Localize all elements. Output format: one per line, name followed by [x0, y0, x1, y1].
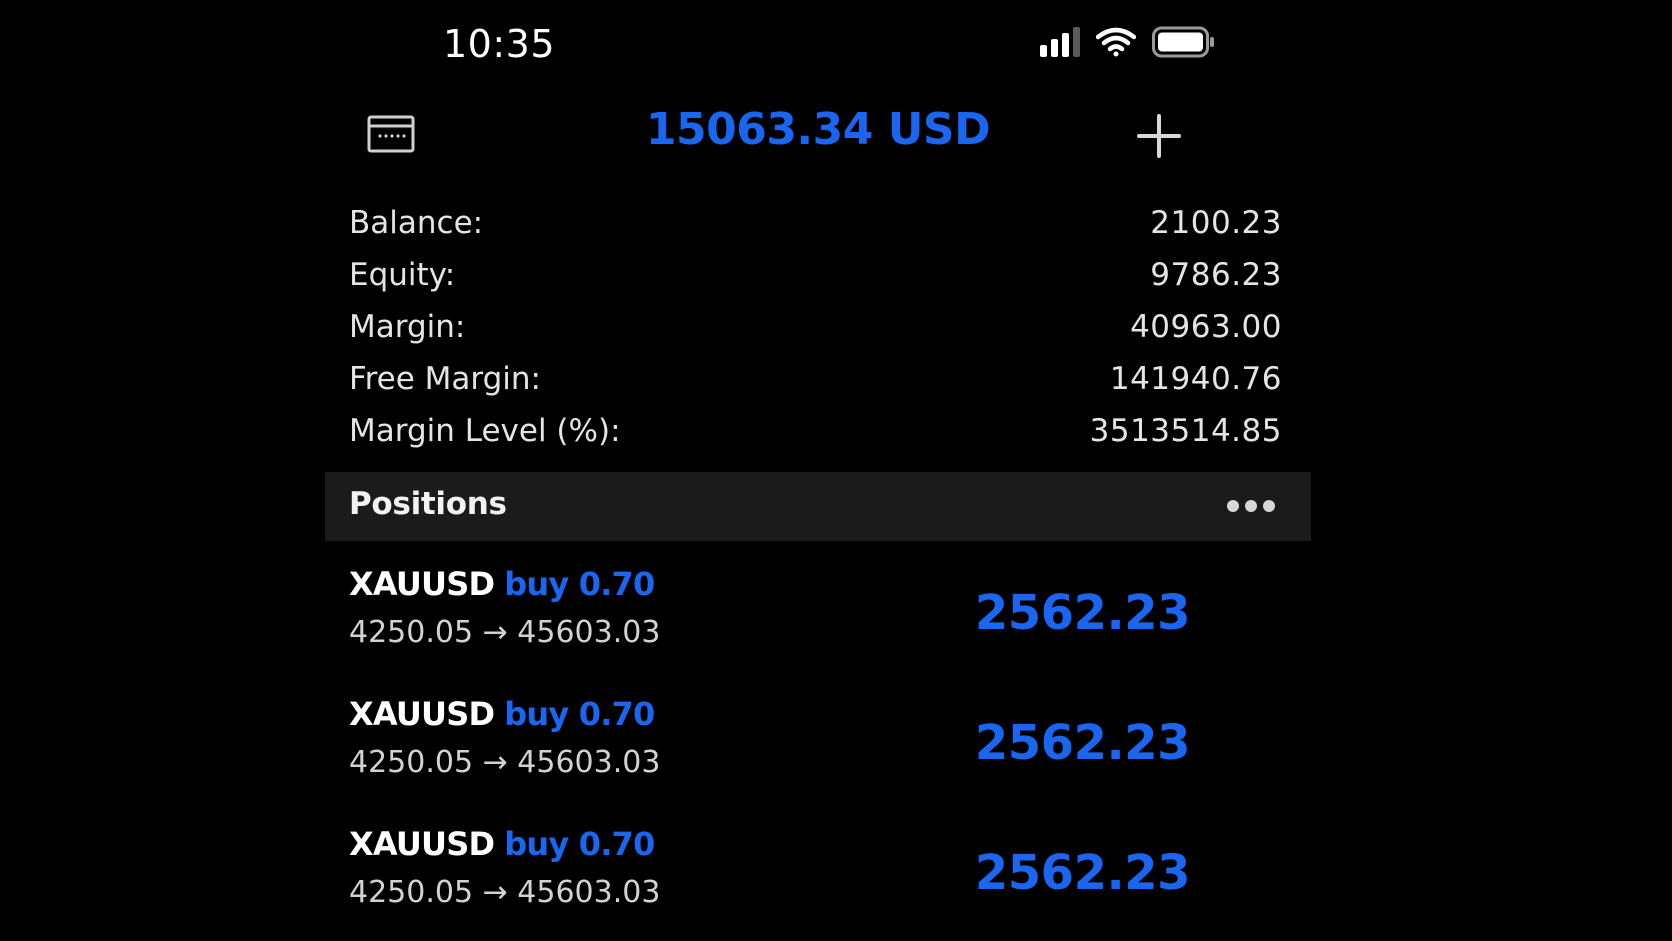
account-value: 9786.23 [1150, 257, 1282, 293]
more-dots-icon [1263, 500, 1275, 512]
position-row[interactable]: XAUUSD buy 0.70 4250.05 → 45603.03 2562.2… [325, 555, 1311, 685]
position-symbol: XAUUSD [349, 565, 495, 603]
position-title: XAUUSD buy 0.70 [349, 825, 655, 863]
account-label: Margin: [349, 309, 466, 345]
status-time: 10:35 [443, 22, 556, 66]
position-symbol: XAUUSD [349, 825, 495, 863]
wifi-icon [1096, 27, 1136, 57]
account-summary: Balance: 2100.23 Equity: 9786.23 Margin:… [349, 197, 1282, 457]
position-side: buy 0.70 [504, 695, 655, 733]
cellular-signal-icon [1040, 27, 1080, 57]
account-label: Margin Level (%): [349, 413, 621, 449]
account-value: 2100.23 [1150, 205, 1282, 241]
more-dots-icon [1245, 500, 1257, 512]
position-prices: 4250.05 → 45603.03 [349, 615, 661, 650]
more-options-button[interactable] [1227, 494, 1279, 518]
plus-icon [1137, 114, 1181, 158]
positions-section-header: Positions [325, 472, 1311, 541]
more-dots-icon [1227, 500, 1239, 512]
account-label: Equity: [349, 257, 456, 293]
position-symbol: XAUUSD [349, 695, 495, 733]
account-row-equity: Equity: 9786.23 [349, 249, 1282, 301]
account-row-margin: Margin: 40963.00 [349, 301, 1282, 353]
positions-title: Positions [349, 486, 507, 522]
account-value: 40963.00 [1130, 309, 1282, 345]
position-profit: 2562.23 [974, 845, 1191, 901]
account-label: Free Margin: [349, 361, 541, 397]
positions-list: XAUUSD buy 0.70 4250.05 → 45603.03 2562.2… [325, 555, 1311, 941]
position-title: XAUUSD buy 0.70 [349, 695, 655, 733]
position-profit: 2562.23 [974, 715, 1191, 771]
add-button[interactable] [1135, 112, 1183, 160]
app-screen: 10:35 15063.34 USD Balance: 2100.23 Equi… [325, 0, 1311, 941]
account-value: 141940.76 [1109, 361, 1282, 397]
position-side: buy 0.70 [504, 565, 655, 603]
position-row[interactable]: XAUUSD buy 0.70 4250.05 → 45603.03 2562.2… [325, 815, 1311, 941]
position-profit: 2562.23 [974, 585, 1191, 641]
position-prices: 4250.05 → 45603.03 [349, 875, 661, 910]
status-bar: 10:35 [325, 14, 1311, 74]
position-side: buy 0.70 [504, 825, 655, 863]
status-icons [1040, 26, 1216, 58]
position-row[interactable]: XAUUSD buy 0.70 4250.05 → 45603.03 2562.2… [325, 685, 1311, 815]
position-title: XAUUSD buy 0.70 [349, 565, 655, 603]
account-value: 3513514.85 [1089, 413, 1282, 449]
battery-icon [1152, 26, 1214, 58]
account-row-margin-level: Margin Level (%): 3513514.85 [349, 405, 1282, 457]
account-row-balance: Balance: 2100.23 [349, 197, 1282, 249]
header: 15063.34 USD [325, 100, 1311, 170]
account-label: Balance: [349, 205, 484, 241]
position-prices: 4250.05 → 45603.03 [349, 745, 661, 780]
account-row-free-margin: Free Margin: 141940.76 [349, 353, 1282, 405]
